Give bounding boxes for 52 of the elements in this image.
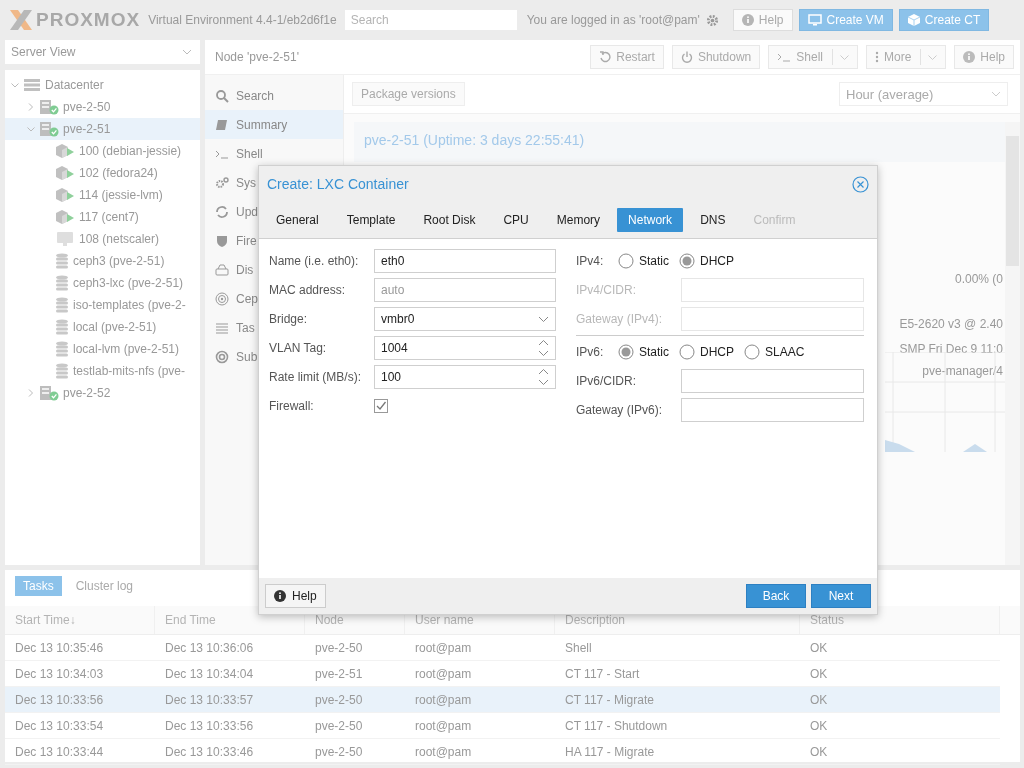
field-label: Bridge: (269, 312, 309, 326)
logo-text: PROXMOX (36, 9, 141, 31)
dialog-title: Create: LXC Container (267, 176, 409, 192)
field-label: IPv4: (576, 254, 605, 268)
table-cell-text: pve-2-50 (314, 640, 364, 655)
field-label: MAC address: (269, 283, 347, 297)
table-cell-text: root@pam (414, 718, 473, 733)
field-label: Rate limit (MB/s): (269, 370, 362, 384)
table-cell-text: pve-2-50 (314, 718, 364, 733)
table-cell-text: Dec 13 10:33:56 (164, 718, 255, 733)
table-cell-text: Dec 13 10:36:06 (164, 640, 255, 655)
field-label: VLAN Tag: (269, 341, 328, 355)
table-cell-text: Dec 13 10:33:46 (164, 744, 255, 759)
table-cell-text: OK (809, 640, 829, 655)
table-cell-text: Dec 13 10:35:46 (14, 640, 105, 655)
table-cell-text: CT 117 - Shutdown (564, 718, 669, 733)
version-text: Virtual Environment 4.4-1/eb2d6f1e (148, 13, 337, 27)
table-cell-text: CT 117 - Migrate (564, 692, 655, 707)
table-cell-text: OK (809, 744, 829, 759)
table-cell-text: CT 117 - Start (564, 666, 641, 681)
table-cell-text: root@pam (414, 692, 473, 707)
summary-value: SMP Fri Dec 9 11:0 (899, 342, 1003, 356)
node-title: Node 'pve-2-51' (215, 50, 299, 64)
table-cell-text: Dec 13 10:34:03 (14, 666, 105, 681)
field-label: IPv6: (576, 345, 605, 359)
table-cell-text: pve-2-50 (314, 692, 364, 707)
table-cell-text: Dec 13 10:33:57 (164, 692, 255, 707)
field-label: Firewall: (269, 399, 315, 413)
table-cell-text: HA 117 - Migrate (564, 744, 656, 759)
login-text: You are logged in as 'root@pam' (526, 13, 700, 27)
summary-value: pve-manager/4 (922, 364, 1003, 378)
table-cell-text: Dec 13 10:33:44 (14, 744, 105, 759)
table-cell-text: OK (809, 718, 829, 733)
table-cell-text: Shell (564, 640, 593, 655)
table-cell-text: root@pam (414, 640, 473, 655)
field-label: IPv6/CIDR: (576, 374, 637, 388)
table-cell-text: root@pam (414, 666, 473, 681)
table-cell-text: pve-2-51 (314, 666, 364, 681)
field-label: IPv4/CIDR: (576, 283, 637, 297)
table-cell-text: Dec 13 10:33:54 (14, 718, 105, 733)
summary-value: 0.00% (0 (954, 272, 1003, 286)
table-cell-text: pve-2-50 (314, 744, 364, 759)
field-label: Gateway (IPv4): (576, 312, 664, 326)
summary-title: pve-2-51 (Uptime: 3 days 22:55:41) (354, 122, 1005, 162)
table-cell-text: OK (809, 692, 829, 707)
summary-value: E5-2620 v3 @ 2.40 (899, 317, 1003, 331)
field-label: Name (i.e. eth0): (269, 254, 360, 268)
table-cell-text: Dec 13 10:34:04 (164, 666, 255, 681)
table-cell-text: Dec 13 10:33:56 (14, 692, 105, 707)
table-cell-text: root@pam (414, 744, 473, 759)
table-cell-text: OK (809, 666, 829, 681)
field-label: Gateway (IPv6): (576, 403, 664, 417)
